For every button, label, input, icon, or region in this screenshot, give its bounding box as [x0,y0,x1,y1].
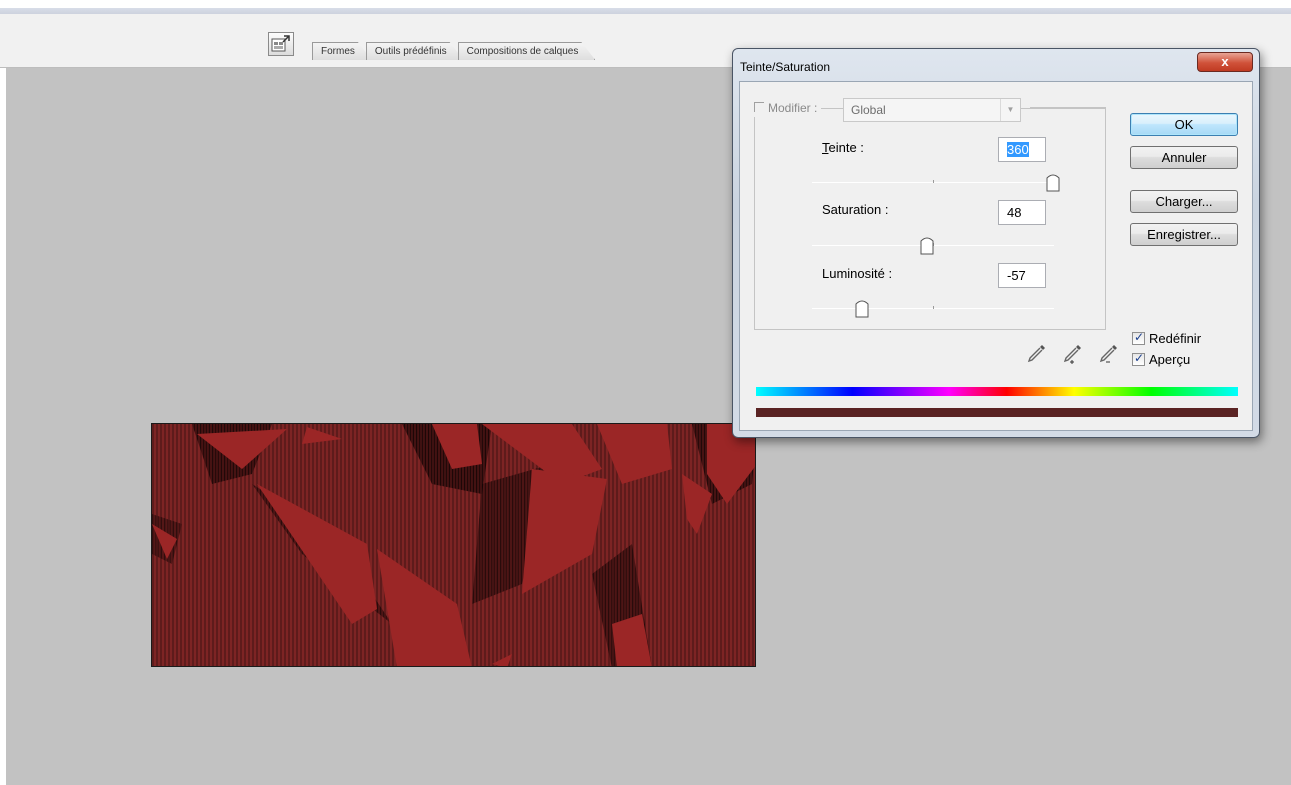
lightness-slider-midtick [933,306,934,309]
preview-label: Aperçu [1149,352,1191,367]
dialog-title: Teinte/Saturation [740,60,831,74]
document-canvas[interactable] [151,423,756,667]
lightness-value: -57 [1007,268,1026,283]
saturation-slider-thumb[interactable] [920,235,934,255]
tab-formes[interactable]: Formes [312,42,372,60]
hue-slider-midtick [933,180,934,183]
modifier-label: Modifier : [768,101,818,115]
palette-tabs: Formes Outils prédéfinis Compositions de… [312,40,589,60]
adjustment-group [754,108,1106,330]
lightness-slider-thumb[interactable] [855,298,869,318]
hue-input[interactable]: 360 [998,137,1046,162]
hue-saturation-dialog: Teinte/Saturation x Modifier : Global ▼ … [732,48,1260,438]
modifier-select[interactable]: Global ▼ [843,98,1021,122]
chevron-down-icon: ▼ [1000,99,1020,121]
hue-label-text: einte : [828,140,864,155]
result-spectrum-bar [756,408,1238,417]
preview-checkbox[interactable] [1132,351,1145,366]
saturation-value: 48 [1007,205,1022,220]
lightness-label-text: Luminosité : [822,266,893,281]
colorize-row[interactable]: Redéfinir [1132,330,1202,346]
modifier-select-value: Global [851,103,886,117]
eyedropper-icon[interactable] [1026,342,1048,364]
colorize-label: Redéfinir [1149,331,1202,346]
load-button[interactable]: Charger... [1130,190,1238,213]
saturation-input[interactable]: 48 [998,200,1046,225]
eyedropper-minus-icon[interactable] [1098,342,1120,364]
dialog-body: Modifier : Global ▼ Teinte : 360 Saturat… [739,81,1253,431]
eyedropper-plus-icon[interactable] [1062,342,1084,364]
group-divider [1030,107,1106,108]
ok-button[interactable]: OK [1130,113,1238,136]
save-button[interactable]: Enregistrer... [1130,223,1238,246]
saturation-label-text: Saturation : [822,202,889,217]
hue-label: Teinte : [822,140,864,155]
lightness-label: Luminosité : [822,266,892,281]
source-spectrum-bar [756,387,1238,396]
close-button[interactable]: x [1197,52,1253,72]
colorize-checkbox[interactable] [1132,330,1145,345]
preview-row[interactable]: Aperçu [1132,351,1191,367]
eyedropper-tools [1026,342,1120,364]
tab-outils-predefinis[interactable]: Outils prédéfinis [366,42,464,60]
cancel-button[interactable]: Annuler [1130,146,1238,169]
hue-value: 360 [1007,142,1029,157]
modifier-check [754,102,764,112]
tab-compositions-de-calques[interactable]: Compositions de calques [458,42,596,60]
palette-well-icon[interactable] [268,32,294,56]
modifier-label-wrap: Modifier : [754,99,822,117]
saturation-label: Saturation : [822,202,889,217]
lightness-input[interactable]: -57 [998,263,1046,288]
hue-slider-thumb[interactable] [1046,172,1060,192]
left-edge [0,68,6,785]
